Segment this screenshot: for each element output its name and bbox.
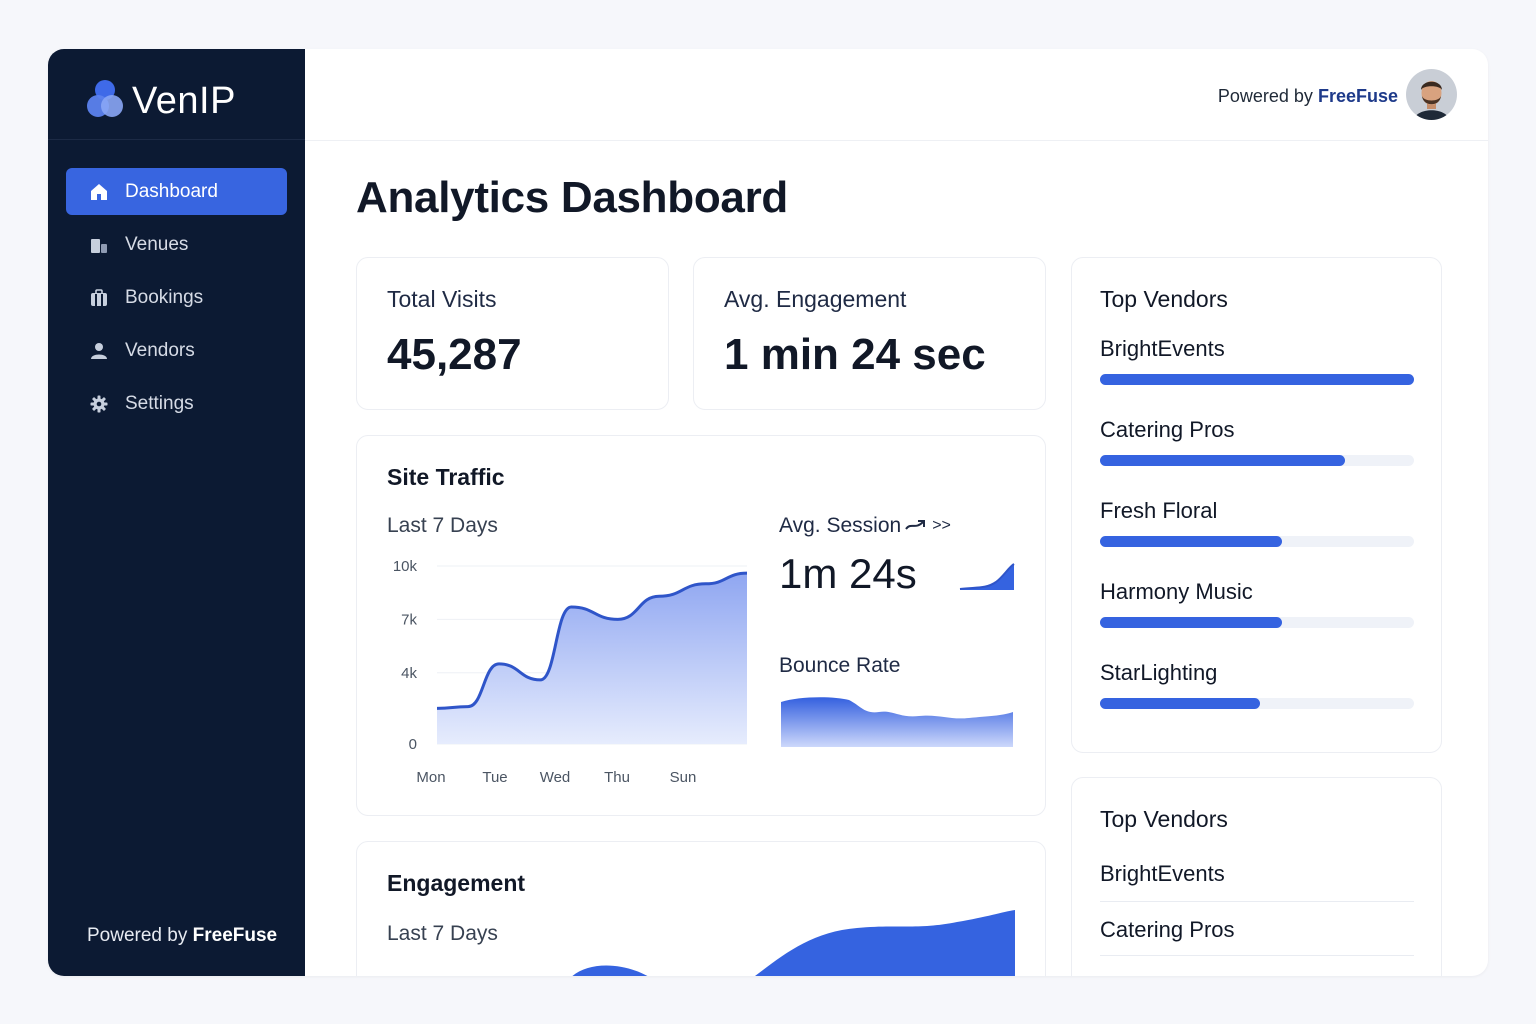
powered-by-brand[interactable]: FreeFuse [1318, 86, 1398, 106]
sidebar-item-bookings[interactable]: Bookings [66, 274, 287, 321]
site-traffic-chart: 0 4k 7k 10k Mon Tue Wed Thu Sun [393, 558, 748, 786]
vendor-progress-fill [1100, 698, 1261, 709]
sidebar-item-label: Settings [125, 392, 194, 414]
page-title: Analytics Dashboard [356, 173, 788, 222]
sidebar-divider [48, 139, 305, 140]
sidebar-item-vendors[interactable]: Vendors [66, 327, 287, 374]
engagement-card: Engagement Last 7 Days [356, 841, 1046, 976]
sidebar-nav: Dashboard Venues Bookings Vendors Settin… [66, 168, 287, 433]
x-tick-label: Wed [540, 769, 571, 786]
site-traffic-subtitle: Last 7 Days [387, 514, 498, 537]
app-window: VenIP Dashboard Venues Bookings Vendors … [48, 49, 1488, 976]
home-icon [90, 183, 108, 201]
total-visits-card: Total Visits 45,287 [356, 257, 669, 410]
vendor-progress-fill [1100, 374, 1414, 385]
list-item[interactable]: BrightEvents [1100, 861, 1225, 887]
user-icon [90, 342, 108, 360]
vendor-name[interactable]: Harmony Music [1100, 579, 1253, 605]
top-header: Powered by FreeFuse [305, 49, 1488, 141]
top-vendors-list-title: Top Vendors [1100, 806, 1228, 832]
vendor-progress-fill [1100, 617, 1283, 628]
vendor-progress-bar [1100, 374, 1414, 385]
sidebar-item-label: Bookings [125, 286, 204, 308]
vendor-name[interactable]: Fresh Floral [1100, 498, 1217, 524]
bounce-rate-label: Bounce Rate [779, 654, 901, 677]
avg-session-more-link[interactable]: >> [932, 517, 951, 535]
top-vendors-list-card: Top Vendors BrightEvents Catering Pros [1071, 777, 1442, 976]
x-tick-label: Tue [482, 769, 507, 786]
list-item[interactable]: Catering Pros [1100, 917, 1235, 943]
avg-engagement-label: Avg. Engagement [724, 286, 907, 312]
brand[interactable]: VenIP [86, 77, 236, 125]
engagement-chart [572, 910, 1015, 976]
total-visits-label: Total Visits [387, 286, 497, 312]
top-vendors-card: Top Vendors BrightEvents Catering Pros Fre… [1071, 257, 1442, 753]
vendor-progress-bar [1100, 698, 1414, 709]
sidebar-item-dashboard[interactable]: Dashboard [66, 168, 287, 215]
bounce-rate-chart [781, 697, 1013, 747]
vendor-progress-fill [1100, 455, 1345, 466]
y-tick-label: 10k [393, 558, 418, 575]
avg-session-label: Avg. Session [779, 514, 902, 537]
top-vendors-title: Top Vendors [1100, 286, 1228, 312]
sidebar-item-label: Venues [125, 233, 189, 255]
engagement-title: Engagement [387, 870, 526, 896]
logo-icon [86, 78, 124, 125]
vendor-progress-bar [1100, 536, 1414, 547]
vendor-name[interactable]: StarLighting [1100, 660, 1217, 686]
sidebar: VenIP Dashboard Venues Bookings Vendors … [48, 49, 305, 976]
x-tick-label: Thu [604, 769, 630, 786]
avg-session: Avg. Session >> [779, 514, 951, 538]
vendor-progress-bar [1100, 455, 1414, 466]
gear-icon [90, 395, 108, 413]
sidebar-footer-brand[interactable]: FreeFuse [193, 925, 277, 946]
briefcase-icon [90, 288, 108, 307]
avg-session-value: 1m 24s [779, 550, 917, 597]
list-divider [1100, 955, 1414, 956]
sidebar-item-label: Dashboard [125, 180, 218, 202]
y-tick-label: 7k [401, 611, 417, 628]
brand-name: VenIP [132, 79, 236, 122]
x-tick-label: Sun [670, 769, 697, 786]
x-tick-label: Mon [416, 769, 445, 786]
avg-engagement-card: Avg. Engagement 1 min 24 sec [693, 257, 1046, 410]
y-tick-label: 4k [401, 665, 417, 682]
powered-by-prefix: Powered by [1217, 86, 1313, 106]
vendor-name[interactable]: BrightEvents [1100, 336, 1225, 362]
sidebar-footer: Powered by FreeFuse [87, 925, 277, 947]
vendor-progress-fill [1100, 536, 1283, 547]
total-visits-value: 45,287 [387, 330, 522, 379]
sidebar-item-settings[interactable]: Settings [66, 380, 287, 427]
avg-session-sparkline [959, 563, 1015, 590]
site-traffic-card: Site Traffic Last 7 Days 0 4k 7k 10k Mon Tue… [356, 435, 1046, 816]
sidebar-item-label: Vendors [125, 339, 195, 361]
trend-up-icon [904, 514, 926, 538]
building-icon [90, 236, 108, 254]
y-tick-label: 0 [409, 736, 417, 753]
sidebar-item-venues[interactable]: Venues [66, 221, 287, 268]
traffic-area [437, 573, 747, 744]
vendor-name[interactable]: Catering Pros [1100, 417, 1235, 443]
list-divider [1100, 901, 1414, 902]
site-traffic-title: Site Traffic [387, 464, 505, 490]
powered-by: Powered by FreeFuse [1218, 86, 1398, 107]
vendor-progress-bar [1100, 617, 1414, 628]
avg-engagement-value: 1 min 24 sec [724, 330, 986, 379]
sidebar-footer-prefix: Powered by [87, 925, 188, 946]
avatar[interactable] [1406, 69, 1457, 120]
